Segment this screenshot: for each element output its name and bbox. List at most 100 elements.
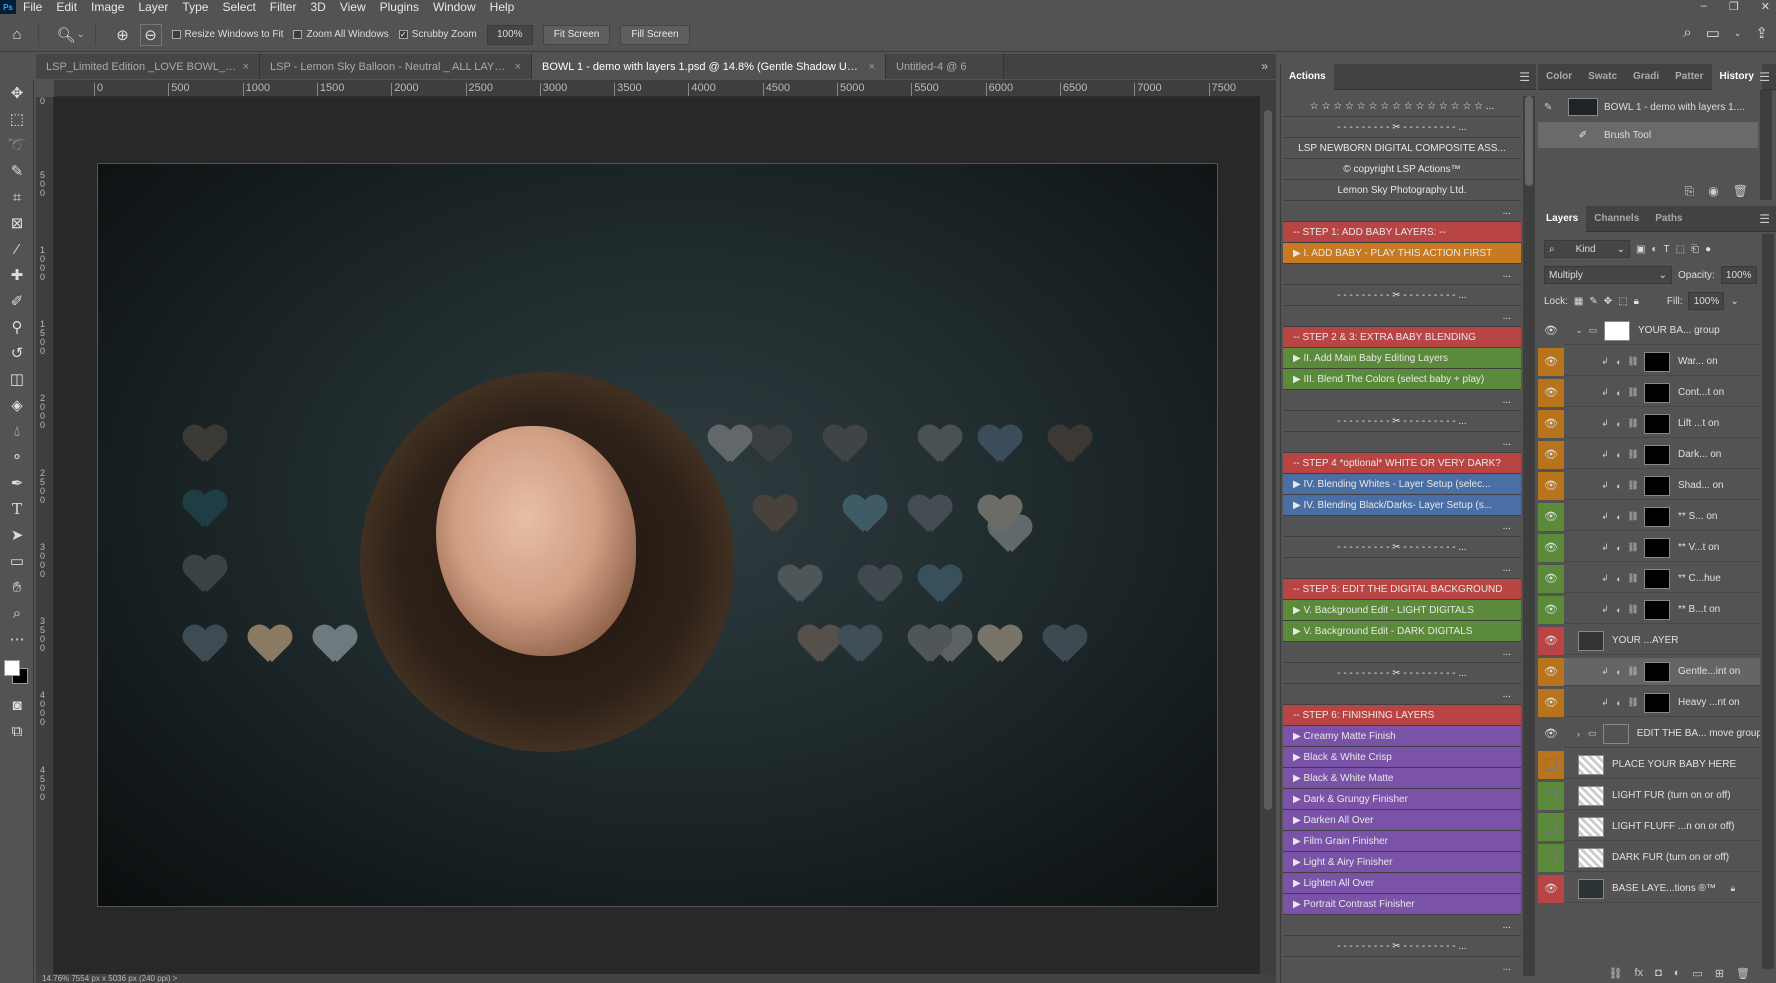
link-icon[interactable]: ⛓ <box>1626 387 1640 398</box>
action-item[interactable]: ... <box>1283 642 1521 663</box>
link-icon[interactable]: ⛓ <box>1626 573 1640 584</box>
restore-button[interactable]: ❐ <box>1729 0 1739 13</box>
blend-mode-select[interactable]: Multiply ⌄ <box>1544 266 1672 284</box>
quick-selection-tool-icon[interactable]: ✎ <box>0 158 34 184</box>
layer-row[interactable]: 👁︎ ↲ ◐ ⛓ Lift ...t on <box>1538 409 1760 438</box>
layer-row[interactable]: 👁︎ ↲ ◐ ⛓ Heavy ...nt on <box>1538 688 1760 717</box>
close-tab-icon[interactable]: × <box>515 61 521 73</box>
layer-group-row[interactable]: 👁︎ ⌄ ▭ YOUR BA... group <box>1538 316 1760 345</box>
eyedropper-tool-icon[interactable]: ⁄ <box>0 236 34 262</box>
action-item[interactable]: ☆ ☆ ☆ ☆ ☆ ☆ ☆ ☆ ☆ ☆ ☆ ☆ ☆ ☆ ☆ ... <box>1283 96 1521 117</box>
delete-icon[interactable]: 🗑︎ <box>1733 184 1748 198</box>
layer-row[interactable]: 👁︎ ↲ ◐ ⛓ War... on <box>1538 347 1760 376</box>
action-item[interactable]: ... <box>1283 432 1521 453</box>
marquee-tool-icon[interactable]: ⬚ <box>0 106 34 132</box>
eye-icon[interactable]: 👁︎ <box>1538 347 1564 376</box>
action-item[interactable]: - - - - - - - - - ✂ - - - - - - - - - ..… <box>1283 285 1521 306</box>
layers-scrollbar[interactable] <box>1762 234 1774 969</box>
close-button[interactable]: ✕ <box>1761 0 1770 13</box>
hand-tool-icon[interactable]: ✋︎ <box>0 574 34 600</box>
smart-object-filter-icon[interactable]: ⎗ <box>1691 244 1699 255</box>
blur-tool-icon[interactable]: 💧︎ <box>0 418 34 444</box>
action-item[interactable]: ... <box>1283 201 1521 222</box>
action-item[interactable]: -- STEP 4 *optional* WHITE OR VERY DARK? <box>1283 453 1521 474</box>
tab-gradi[interactable]: Gradi <box>1625 64 1667 90</box>
action-item[interactable]: ... <box>1283 558 1521 579</box>
menu-item-view[interactable]: View <box>333 0 373 14</box>
tab-document[interactable]: LSP - Lemon Sky Balloon - Neutral _ ALL … <box>260 54 532 79</box>
layer-row[interactable]: 👁︎ ↲ ◐ ⛓ ** S... on <box>1538 502 1760 531</box>
zoom-in-icon[interactable]: ⊕ <box>112 24 134 46</box>
lasso-tool-icon[interactable]: ➰ <box>0 132 34 158</box>
adjustment-filter-icon[interactable]: ◐ <box>1651 244 1657 255</box>
visibility-box-icon[interactable] <box>1545 820 1557 833</box>
action-item[interactable]: ... <box>1283 306 1521 327</box>
tab-history[interactable]: History <box>1711 63 1762 90</box>
history-brush-tool-icon[interactable]: ↺ <box>0 340 34 366</box>
visibility-box-icon[interactable] <box>1545 789 1557 802</box>
lock-image-icon[interactable]: ✎ <box>1589 296 1597 307</box>
link-icon[interactable]: ⛓ <box>1626 666 1640 677</box>
layer-row[interactable]: 👁︎ ↲ ◐ ⛓ ** C...hue <box>1538 564 1760 593</box>
link-icon[interactable]: ⛓ <box>1626 356 1640 367</box>
tab-active-document[interactable]: BOWL 1 - demo with layers 1.psd @ 14.8% … <box>532 54 886 79</box>
eye-icon[interactable]: 👁︎ <box>1538 440 1564 469</box>
tab-paths[interactable]: Paths <box>1647 206 1690 232</box>
action-item[interactable]: ▶ Darken All Over <box>1283 810 1521 831</box>
layer-row[interactable]: DARK FUR (turn on or off) <box>1538 843 1760 872</box>
action-item[interactable]: ▶ V. Background Edit - LIGHT DIGITALS <box>1283 600 1521 621</box>
layer-row[interactable]: 👁︎ BASE LAYE...tions ®™ 🔒︎ <box>1538 874 1760 903</box>
visibility-box-icon[interactable] <box>1545 851 1557 864</box>
shape-filter-icon[interactable]: ⬚ <box>1676 244 1685 255</box>
menu-item-select[interactable]: Select <box>215 0 262 14</box>
eye-icon[interactable]: 👁︎ <box>1538 378 1564 407</box>
screen-mode-icon[interactable]: ⧉ <box>0 718 34 744</box>
eye-icon[interactable]: 👁︎ <box>1538 533 1564 562</box>
eye-icon[interactable]: 👁︎ <box>1538 409 1564 438</box>
dodge-tool-icon[interactable]: ⚬ <box>0 444 34 470</box>
pixel-filter-icon[interactable]: ▣ <box>1636 244 1645 255</box>
menu-item-3d[interactable]: 3D <box>303 0 332 14</box>
action-item[interactable]: ▶ II. Add Main Baby Editing Layers <box>1283 348 1521 369</box>
link-icon[interactable]: ⛓ <box>1626 480 1640 491</box>
action-item[interactable]: ▶ Dark & Grungy Finisher <box>1283 789 1521 810</box>
action-item[interactable]: ... <box>1283 957 1521 976</box>
menu-item-image[interactable]: Image <box>84 0 131 14</box>
menu-item-plugins[interactable]: Plugins <box>373 0 426 14</box>
action-item[interactable]: ... <box>1283 264 1521 285</box>
actions-scrollbar[interactable] <box>1523 96 1535 976</box>
eye-icon[interactable]: 👁︎ <box>1538 719 1564 748</box>
eye-icon[interactable]: 👁︎ <box>1538 595 1564 624</box>
link-icon[interactable]: ⛓ <box>1626 511 1640 522</box>
action-item[interactable]: ▶ Portrait Contrast Finisher <box>1283 894 1521 915</box>
eye-icon[interactable]: 👁︎ <box>1538 657 1564 686</box>
fill-screen-button[interactable]: Fill Screen <box>620 24 690 45</box>
history-scrollbar[interactable] <box>1760 90 1772 200</box>
workspace-icon[interactable]: ▭ <box>1706 24 1720 42</box>
layer-row[interactable]: 👁︎ ↲ ◐ ⛓ Gentle...int on <box>1538 657 1760 686</box>
action-item[interactable]: © copyright LSP Actions™ <box>1283 159 1521 180</box>
action-item[interactable]: - - - - - - - - - ✂ - - - - - - - - - ..… <box>1283 936 1521 957</box>
more-tabs-icon[interactable]: » <box>1261 59 1268 73</box>
layer-row[interactable]: LIGHT FLUFF ...n on or off) <box>1538 812 1760 841</box>
home-icon[interactable]: ⌂ <box>6 24 28 46</box>
resize-windows-checkbox[interactable]: Resize Windows to Fit <box>171 29 283 40</box>
zoom-tool-icon[interactable]: ⌕ <box>0 600 34 626</box>
action-item[interactable]: Lemon Sky Photography Ltd. <box>1283 180 1521 201</box>
tab-color[interactable]: Color <box>1538 64 1580 90</box>
lock-transparent-icon[interactable]: ▦ <box>1574 296 1583 307</box>
chevron-down-icon[interactable]: ⌄ <box>77 29 85 40</box>
action-item[interactable]: ▶ V. Background Edit - DARK DIGITALS <box>1283 621 1521 642</box>
opacity-field[interactable]: 100% <box>1720 266 1757 284</box>
adjustment-layer-icon[interactable]: ◐ <box>1674 967 1681 983</box>
layer-row[interactable]: 👁︎ YOUR ...AYER <box>1538 626 1760 655</box>
action-item[interactable]: ▶ I. ADD BABY - PLAY THIS ACTION FIRST <box>1283 243 1521 264</box>
lock-artboard-icon[interactable]: ⬚ <box>1618 296 1627 307</box>
action-item[interactable]: ... <box>1283 516 1521 537</box>
action-item[interactable]: -- STEP 6: FINISHING LAYERS <box>1283 705 1521 726</box>
lock-position-icon[interactable]: ✥ <box>1604 296 1612 307</box>
path-selection-tool-icon[interactable]: ➤ <box>0 522 34 548</box>
history-snapshot[interactable]: ✎ BOWL 1 - demo with layers 1.... <box>1538 94 1758 120</box>
close-tab-icon[interactable]: × <box>869 61 875 73</box>
eraser-tool-icon[interactable]: ◫ <box>0 366 34 392</box>
